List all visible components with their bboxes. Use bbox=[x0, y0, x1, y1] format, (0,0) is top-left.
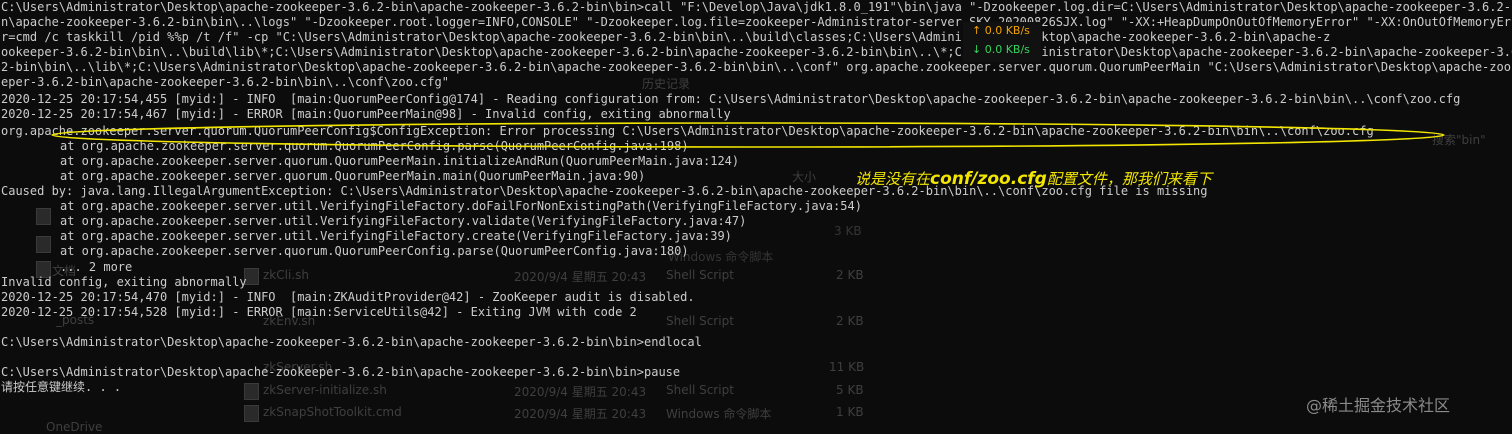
console-line: ookeeper-3.6.2-bin\bin\..\build\lib\*;C:… bbox=[1, 45, 1512, 59]
console-line: Invalid config, exiting abnormally bbox=[1, 275, 247, 289]
console-line: at org.apache.zookeeper.server.quorum.Qu… bbox=[60, 139, 689, 153]
annotation-suffix: 配置文件，那我们来看下 bbox=[1046, 170, 1212, 188]
console-line: 2020-12-25 20:17:54,470 [myid:] - INFO [… bbox=[1, 290, 695, 304]
console-line: r=cmd /c taskkill /pid %%p /t /f" -cp "C… bbox=[1, 30, 1331, 44]
console-line: 请按任意键继续. . . bbox=[1, 380, 122, 394]
console-line: n\apache-zookeeper-3.6.2-bin\bin\..\logs… bbox=[1, 15, 1512, 29]
console-line: ... 2 more bbox=[60, 260, 133, 274]
console-line: 2020-12-25 20:17:54,467 [myid:] - ERROR … bbox=[1, 107, 731, 121]
console-line: eper-3.6.2-bin\apache-zookeeper-3.6.2-bi… bbox=[1, 75, 449, 89]
annotation-highlight: conf/zoo.cfg bbox=[930, 169, 1047, 189]
upload-speed: ↑ 0.0 KB/s bbox=[972, 24, 1030, 37]
console-line: C:\Users\Administrator\Desktop\apache-zo… bbox=[1, 0, 1512, 14]
console-output[interactable]: C:\Users\Administrator\Desktop\apache-zo… bbox=[0, 0, 1512, 429]
annotation-prefix: 说是没有在 bbox=[855, 170, 931, 188]
console-line: 2020-12-25 20:17:54,455 [myid:] - INFO [… bbox=[1, 92, 1461, 106]
console-line: at org.apache.zookeeper.server.util.Veri… bbox=[60, 214, 747, 228]
network-speed-widget: ↑ 0.0 KB/s ↓ 0.0 KB/s bbox=[963, 22, 1041, 62]
download-speed: ↓ 0.0 KB/s bbox=[972, 43, 1030, 56]
annotation-text: 说是没有在conf/zoo.cfg配置文件，那我们来看下 bbox=[855, 168, 1212, 189]
console-line: C:\Users\Administrator\Desktop\apache-zo… bbox=[1, 335, 702, 349]
watermark: @稀土掘金技术社区 bbox=[1306, 396, 1451, 415]
console-line: org.apache.zookeeper.server.quorum.Quoru… bbox=[1, 124, 1374, 138]
console-line: 2020-12-25 20:17:54,528 [myid:] - ERROR … bbox=[1, 305, 637, 319]
console-line: 2-bin\bin\..\lib\*;C:\Users\Administrato… bbox=[1, 60, 1512, 74]
console-line: at org.apache.zookeeper.server.quorum.Qu… bbox=[60, 169, 646, 183]
console-line: Caused by: java.lang.IllegalArgumentExce… bbox=[1, 184, 1208, 198]
console-line: at org.apache.zookeeper.server.quorum.Qu… bbox=[60, 154, 740, 168]
console-line: at org.apache.zookeeper.server.util.Veri… bbox=[60, 199, 862, 213]
console-line: at org.apache.zookeeper.server.util.Veri… bbox=[60, 229, 732, 243]
console-line: C:\Users\Administrator\Desktop\apache-zo… bbox=[1, 365, 681, 379]
console-line: at org.apache.zookeeper.server.quorum.Qu… bbox=[60, 244, 689, 258]
